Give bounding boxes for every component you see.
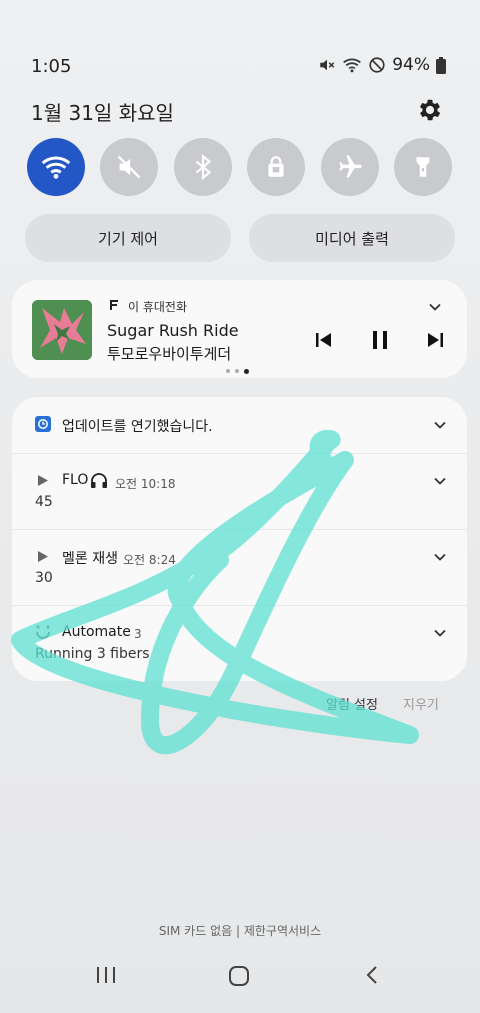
pause-icon[interactable] — [371, 330, 389, 350]
clear-button[interactable]: 지우기 — [403, 694, 439, 713]
notification-settings-button[interactable]: 알림 설정 — [326, 694, 378, 713]
automate-count: 3 — [134, 627, 142, 641]
wifi-icon — [41, 156, 71, 179]
mute-status-icon — [320, 59, 335, 71]
recent-apps-icon[interactable] — [95, 965, 117, 985]
melon-expand-chevron-icon[interactable] — [433, 550, 447, 564]
media-expand-chevron-icon[interactable] — [428, 300, 442, 314]
flo-notification[interactable] — [12, 453, 467, 530]
back-icon[interactable] — [364, 965, 380, 985]
date-label: 1월 31일 화요일 — [31, 101, 174, 125]
update-notification-text: 업데이트를 연기했습니다. — [62, 419, 213, 435]
lock-icon — [268, 156, 284, 177]
automate-body: Running 3 fibers — [35, 646, 150, 662]
status-icons: 94% — [318, 55, 446, 75]
media-source-label: 이 휴대전화 — [128, 300, 188, 314]
melon-time: 오전 8:24 — [123, 553, 176, 567]
automate-app-name: Automate — [62, 624, 131, 640]
flo-app-icon — [110, 300, 118, 310]
flashlight-icon — [416, 157, 430, 177]
status-time: 1:05 — [31, 56, 72, 77]
battery-percent: 94% — [392, 55, 430, 75]
flo-body: 45 — [35, 494, 53, 510]
flo-time: 오전 10:18 — [115, 477, 176, 491]
album-art-graphic — [32, 300, 92, 360]
headphones-icon — [91, 473, 107, 488]
automate-expand-chevron-icon[interactable] — [433, 626, 447, 640]
update-icon — [35, 416, 51, 432]
wifi-toggle[interactable] — [27, 138, 85, 196]
airplane-icon — [339, 155, 362, 178]
carrier-text: SIM 카드 없음 | 제한구역서비스 — [158, 924, 322, 938]
flo-app-name: FLO — [62, 472, 89, 488]
media-title: Sugar Rush Ride — [107, 321, 239, 340]
wifi-status-icon — [343, 58, 362, 73]
flashlight-toggle[interactable] — [394, 138, 452, 196]
media-page-indicator — [226, 369, 249, 374]
media-output-button[interactable]: 미디어 출력 — [249, 214, 455, 262]
lock-toggle[interactable] — [247, 138, 305, 196]
automate-notification[interactable] — [12, 605, 467, 682]
update-expand-chevron-icon[interactable] — [433, 418, 447, 432]
battery-icon — [436, 56, 446, 74]
bluetooth-icon — [195, 153, 212, 181]
settings-gear-icon[interactable] — [416, 96, 444, 124]
automate-smile-icon — [36, 625, 50, 639]
play-app-icon — [38, 475, 48, 486]
airplane-toggle[interactable] — [321, 138, 379, 196]
bluetooth-toggle[interactable] — [174, 138, 232, 196]
next-track-icon[interactable] — [426, 331, 444, 349]
media-artist: 투모로우바이투게더 — [107, 345, 232, 363]
sound-toggle[interactable] — [100, 138, 158, 196]
play-app-icon — [38, 551, 48, 562]
mute-icon — [117, 155, 141, 179]
do-not-disturb-icon — [369, 57, 385, 73]
melon-body: 30 — [35, 570, 53, 586]
previous-track-icon[interactable] — [315, 331, 333, 349]
device-control-button[interactable]: 기기 제어 — [25, 214, 231, 262]
melon-app-name: 멜론 재생 — [62, 551, 118, 567]
home-icon[interactable] — [228, 965, 250, 987]
album-art — [32, 300, 92, 360]
flo-expand-chevron-icon[interactable] — [433, 474, 447, 488]
